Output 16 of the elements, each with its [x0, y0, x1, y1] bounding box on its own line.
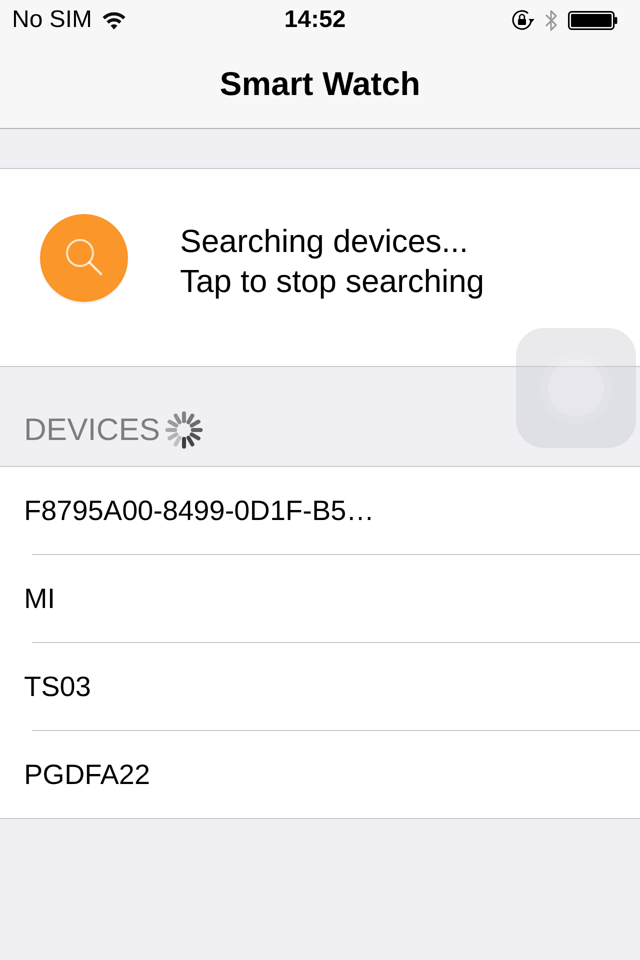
carrier-text: No SIM: [12, 6, 92, 34]
rotation-lock-icon: [511, 10, 535, 30]
search-icon: [39, 213, 129, 306]
battery-icon: [568, 10, 618, 30]
search-panel[interactable]: Searching devices... Tap to stop searching: [0, 169, 640, 367]
device-row[interactable]: F8795A00-8499-0D1F-B5…: [0, 467, 640, 554]
assistive-touch-button[interactable]: [516, 328, 636, 448]
section-header: DEVICES: [24, 412, 160, 448]
search-status-text: Searching devices... Tap to stop searching: [180, 222, 484, 301]
device-row[interactable]: PGDFA22: [0, 731, 640, 818]
device-row[interactable]: MI: [0, 555, 640, 642]
device-row[interactable]: TS03: [0, 643, 640, 730]
wifi-icon: [102, 10, 126, 30]
bluetooth-icon: [545, 8, 558, 32]
nav-title: Smart Watch: [220, 64, 420, 104]
clock-time: 14:52: [284, 6, 346, 34]
